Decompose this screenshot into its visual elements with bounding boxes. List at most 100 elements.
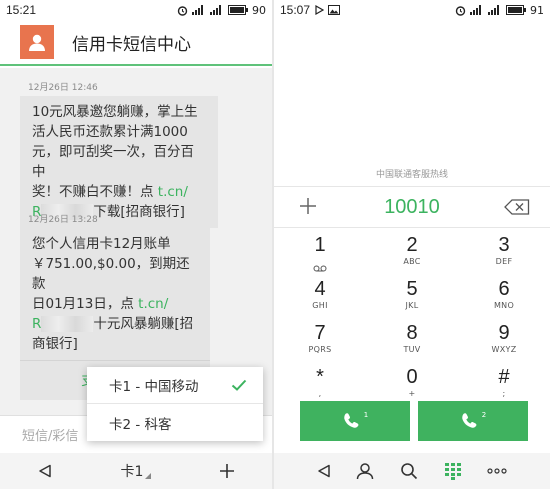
phone-icon — [462, 413, 477, 428]
message-timestamp: 12月26日 13:28 — [28, 215, 98, 225]
signal-icon — [470, 5, 481, 15]
message-thread[interactable]: 12月26日 12:46 10元风暴邀您躺赚，掌上生 活人民币还款累计满1000… — [0, 68, 272, 415]
sim-option-label: 卡2 - 科客 — [109, 416, 172, 433]
dialer-bottom-nav — [274, 453, 550, 489]
message-line: 10元风暴邀您躺赚，掌上生 — [32, 104, 198, 120]
key-digit: 0 — [406, 366, 418, 388]
key-digit: 9 — [498, 322, 510, 344]
dialpad-icon[interactable] — [444, 462, 462, 480]
sim-selector-label: 卡1 — [120, 464, 144, 480]
sms-screen: 15:21 90 信用卡短信中心 12月26日 12:46 10元风暴邀您躺赚，… — [0, 0, 272, 489]
status-time: 15:21 — [6, 3, 37, 17]
add-contact-plus-icon[interactable] — [298, 196, 318, 216]
call-sim1-button[interactable]: 1 — [300, 401, 410, 441]
battery-level: 91 — [530, 3, 544, 17]
battery-icon — [506, 5, 526, 15]
search-icon[interactable] — [400, 462, 418, 480]
status-bar: 15:07 91 — [274, 0, 550, 20]
avatar[interactable] — [20, 25, 54, 59]
key-digit: 3 — [498, 234, 510, 256]
sim-option-label: 卡1 - 中国移动 — [109, 379, 199, 395]
key-letters: + — [408, 389, 416, 398]
conversation-title: 信用卡短信中心 — [72, 34, 191, 55]
alarm-icon — [455, 5, 466, 16]
sms-bottom-nav: 卡1 — [0, 453, 272, 489]
key-letters: WXYZ — [491, 345, 517, 354]
battery-icon — [228, 5, 248, 15]
call-sim-number: 1 — [363, 411, 369, 419]
add-attachment-button[interactable] — [181, 463, 272, 479]
message-line: 商银行] — [32, 336, 78, 352]
backspace-icon[interactable] — [504, 199, 530, 215]
key-letters: GHI — [312, 301, 328, 310]
battery-level: 90 — [252, 3, 266, 17]
message-line: 日01月13日，点 — [32, 296, 139, 312]
more-icon[interactable] — [487, 468, 507, 474]
key-letters: TUV — [403, 345, 421, 354]
back-triangle-icon — [39, 464, 52, 478]
key-digit: 6 — [498, 278, 510, 300]
key-letters: , — [318, 389, 322, 398]
back-triangle-icon[interactable] — [317, 464, 331, 478]
key-6[interactable]: 6 MNO — [458, 277, 550, 323]
status-bar: 15:21 90 — [0, 0, 272, 20]
dialer-blank-area — [274, 20, 550, 186]
call-sim-number: 2 — [481, 411, 487, 419]
key-letters: JKL — [405, 301, 419, 310]
message-line: 十元风暴躺赚[招 — [93, 316, 194, 332]
message-link[interactable]: t.cn/ — [158, 184, 188, 200]
key-letters: PQRS — [308, 345, 332, 354]
key-3[interactable]: 3 DEF — [458, 233, 550, 279]
voicemail-icon — [313, 265, 327, 272]
key-1[interactable]: 1 — [274, 233, 366, 279]
number-input[interactable]: 10010 — [274, 186, 550, 228]
message-link[interactable]: R — [32, 316, 41, 332]
contacts-icon[interactable] — [356, 462, 374, 480]
message-line: 活人民币还款累计满1000 — [32, 124, 188, 140]
conversation-header: 信用卡短信中心 — [0, 20, 272, 66]
message-link[interactable]: t.cn/ — [138, 296, 168, 312]
key-5[interactable]: 5 JKL — [366, 277, 458, 323]
message-line: ￥751.00,$0.00，到期还款 — [32, 256, 190, 292]
contact-label: 中国联通客服热线 — [375, 170, 448, 180]
key-digit: 7 — [314, 322, 326, 344]
message-line: 元，即可刮奖一次，百分百中 — [32, 144, 194, 180]
plus-icon — [219, 464, 234, 478]
signal-icon — [210, 5, 221, 15]
key-9[interactable]: 9 WXYZ — [458, 321, 550, 367]
back-button[interactable] — [0, 464, 91, 478]
key-digit: 8 — [406, 322, 418, 344]
key-8[interactable]: 8 TUV — [366, 321, 458, 367]
dropdown-corner-icon — [145, 473, 152, 479]
dialer-screen: 15:07 91 中国联通客服热线 10010 1 2 ABC 3 DEF 4 GHI… — [274, 0, 550, 489]
message-line: 奖！不赚白不赚！点 — [32, 184, 158, 200]
message-line: 您个人信用卡12月账单 — [32, 236, 171, 252]
sim-select-popup: 卡1 - 中国移动 卡2 - 科客 — [87, 367, 263, 441]
person-icon — [29, 34, 45, 51]
status-time: 15:07 — [280, 3, 311, 17]
call-sim2-button[interactable]: 2 — [418, 401, 528, 441]
redacted-link — [41, 316, 94, 332]
key-letters: DEF — [495, 257, 513, 266]
key-letters: ; — [502, 389, 506, 398]
message-timestamp: 12月26日 12:46 — [28, 83, 98, 93]
phone-icon — [344, 413, 359, 428]
sim-selector-button[interactable]: 卡1 — [91, 461, 182, 481]
play-icon — [315, 5, 325, 15]
sim-option-1[interactable]: 卡1 - 中国移动 — [87, 367, 263, 404]
key-4[interactable]: 4 GHI — [274, 277, 366, 323]
key-digit: 5 — [406, 278, 418, 300]
alarm-icon — [177, 5, 188, 16]
key-letters: MNO — [493, 301, 515, 310]
key-letters: ABC — [403, 257, 421, 266]
message-line: 下载[招商银行] — [93, 204, 185, 220]
message-bubble[interactable]: 10元风暴邀您躺赚，掌上生 活人民币还款累计满1000 元，即可刮奖一次，百分百… — [20, 96, 218, 228]
signal-icon — [488, 5, 499, 15]
key-2[interactable]: 2 ABC — [366, 233, 458, 279]
key-digit: 4 — [314, 278, 326, 300]
checkmark-icon — [231, 379, 247, 391]
key-digit: * — [316, 366, 324, 388]
sim-option-2[interactable]: 卡2 - 科客 — [87, 404, 263, 441]
key-digit: 1 — [314, 234, 326, 256]
key-7[interactable]: 7 PQRS — [274, 321, 366, 367]
